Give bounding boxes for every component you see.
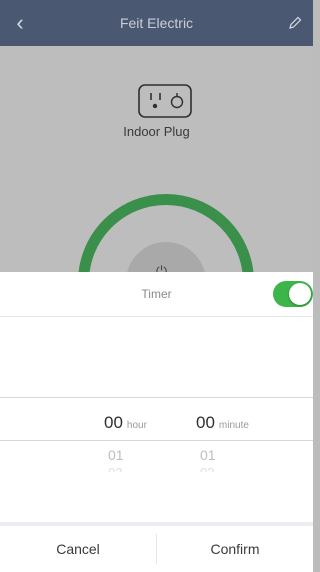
minute-value: 00: [196, 413, 215, 432]
minute-option[interactable]: 01: [200, 447, 216, 463]
minute-column[interactable]: 00minute 01 02: [196, 397, 286, 472]
power-icon: ⏻: [156, 263, 168, 272]
page-title: Feit Electric: [119, 15, 194, 31]
toggle-knob: [289, 283, 311, 305]
minute-unit: minute: [218, 420, 249, 431]
pencil-icon: [289, 16, 302, 29]
hour-selected: 00 hour: [104, 413, 147, 433]
time-picker[interactable]: 00hour 01 02 00minute 01 02: [0, 397, 313, 472]
device-panel: Indoor Plug ⏻: [0, 46, 313, 272]
confirm-button[interactable]: Confirm: [157, 526, 313, 572]
divider: [0, 316, 313, 317]
timer-toggle[interactable]: [273, 281, 313, 307]
hour-unit: hour: [126, 420, 147, 431]
navigation-bar: ‹ Feit Electric: [0, 0, 313, 46]
timer-row: Timer: [0, 272, 313, 316]
hour-column[interactable]: 00hour 01 02: [104, 397, 184, 472]
chevron-left-icon: ‹: [16, 10, 24, 35]
hour-option[interactable]: 02: [108, 465, 122, 472]
edit-button[interactable]: [277, 0, 313, 46]
minute-selected: 00 minute: [196, 413, 249, 433]
timer-sheet: Timer 00hour 01 02 00minute 01 02 Cancel…: [0, 272, 313, 572]
back-button[interactable]: ‹: [0, 0, 40, 46]
cancel-button[interactable]: Cancel: [0, 526, 156, 572]
outlet-icon: [138, 84, 192, 118]
minute-option[interactable]: 02: [200, 465, 214, 472]
hour-value: 00: [104, 413, 123, 432]
timer-label: Timer: [141, 287, 172, 301]
device-name: Indoor Plug: [123, 124, 190, 139]
hour-option[interactable]: 01: [108, 447, 124, 463]
